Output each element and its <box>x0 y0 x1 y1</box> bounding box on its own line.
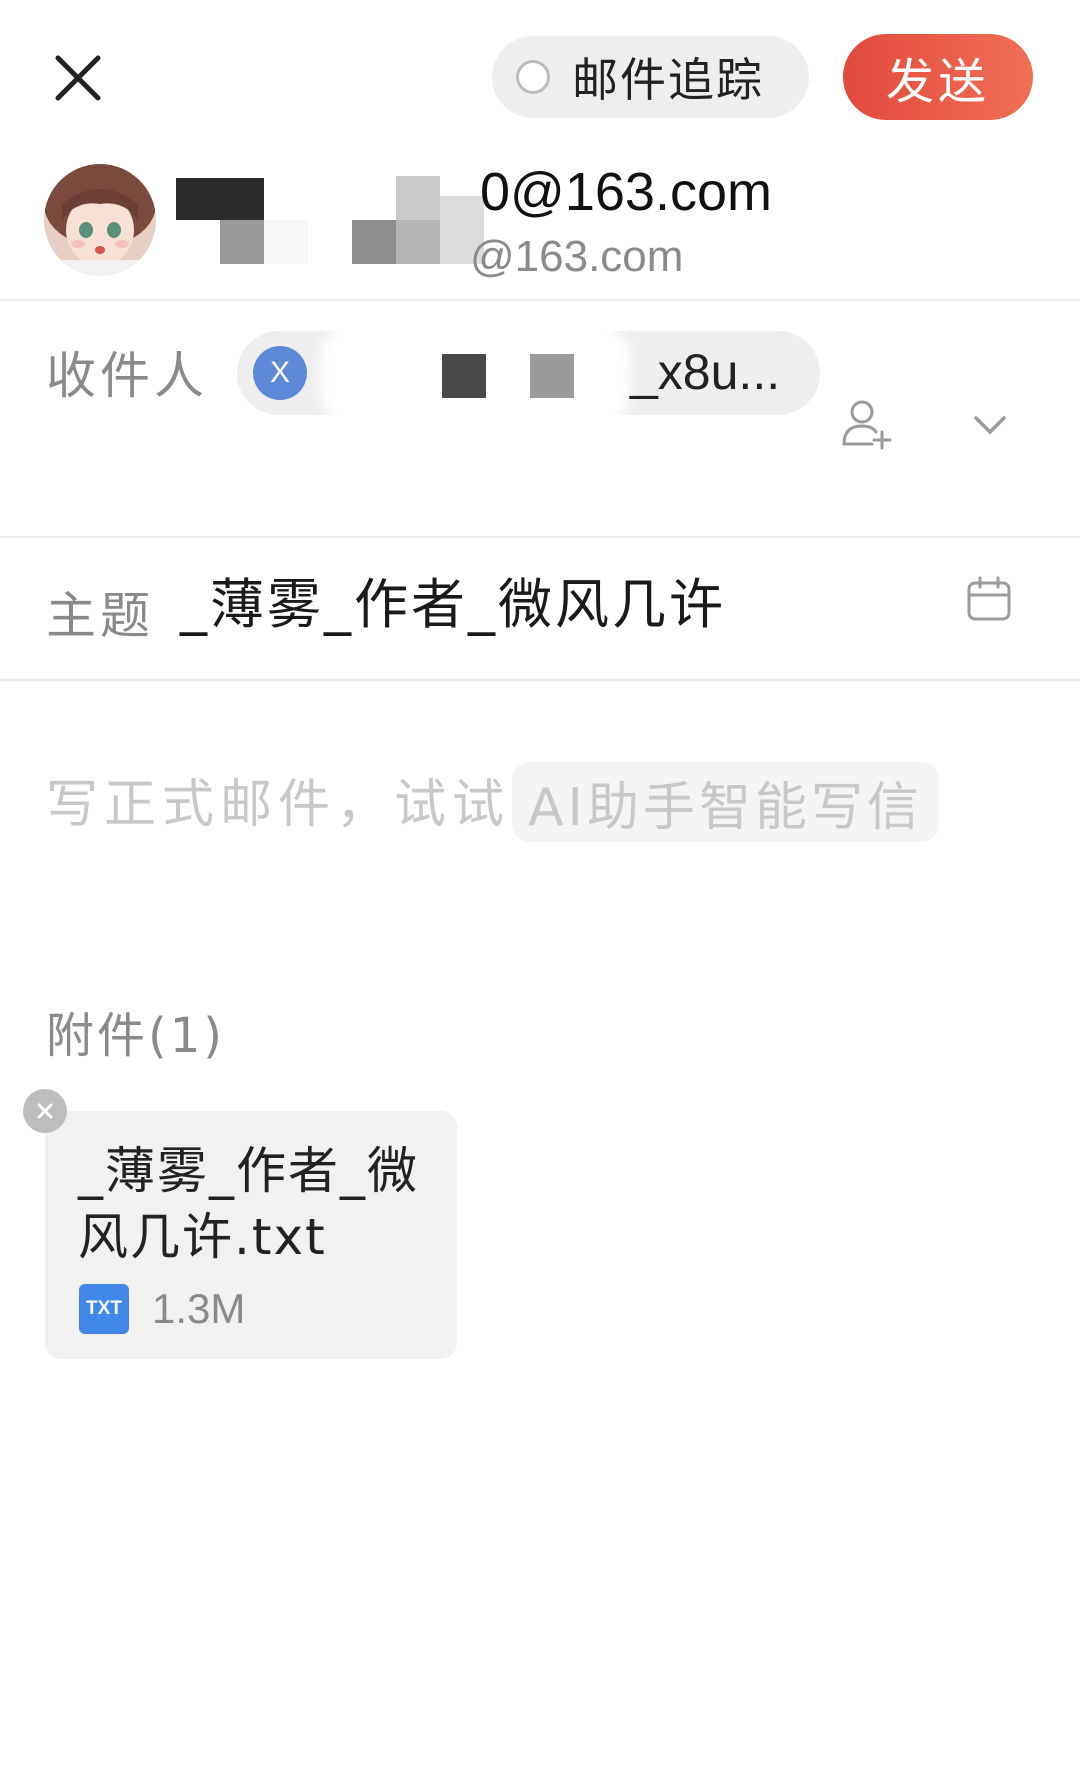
redaction-block <box>530 354 574 398</box>
attachment-file-size: 1.3M <box>152 1285 246 1332</box>
recipient-address: _x8u... <box>630 344 781 400</box>
redaction-block <box>176 178 264 220</box>
add-contact-icon <box>842 400 892 450</box>
redaction-block <box>396 176 440 220</box>
txt-file-icon: TXT <box>79 1284 129 1334</box>
attachment-file-name: _薄雾_作者_微风几许.txt <box>78 1142 419 1266</box>
sender-email: 0@163.com <box>480 162 772 222</box>
mail-tracking-toggle[interactable]: 邮件追踪 <box>492 36 809 118</box>
send-button[interactable]: 发送 <box>843 34 1033 120</box>
add-contact-button[interactable] <box>838 396 894 452</box>
sender-avatar <box>44 164 156 276</box>
redaction-block <box>220 220 264 264</box>
subject-input[interactable]: _薄雾_作者_微风几许 <box>180 570 726 640</box>
subject-label: 主题 <box>46 587 154 645</box>
attachments-heading: 附件(1) <box>46 1008 225 1064</box>
recipient-avatar: X <box>253 346 307 400</box>
remove-attachment-button[interactable] <box>23 1089 67 1133</box>
calendar-icon <box>967 576 1011 621</box>
redaction-block <box>396 220 440 264</box>
close-icon <box>37 1103 53 1119</box>
sender-alias-email: @163.com <box>470 232 684 281</box>
schedule-button[interactable] <box>964 574 1014 624</box>
recipients-label: 收件人 <box>46 347 208 405</box>
mail-tracking-label: 邮件追踪 <box>572 53 764 107</box>
divider <box>0 679 1080 681</box>
redaction-block <box>352 220 396 264</box>
redaction-block <box>442 354 486 398</box>
expand-recipients-button[interactable] <box>968 402 1012 446</box>
divider <box>0 299 1080 301</box>
redaction-block <box>264 220 308 264</box>
close-button[interactable] <box>46 46 110 110</box>
body-placeholder[interactable]: 写正式邮件，试试 <box>46 770 510 840</box>
divider <box>0 536 1080 538</box>
radio-circle-icon <box>516 60 550 94</box>
chevron-down-icon <box>974 416 1006 434</box>
ai-writing-assistant-button[interactable]: AI助手智能写信 <box>512 762 939 842</box>
close-icon <box>55 55 101 101</box>
